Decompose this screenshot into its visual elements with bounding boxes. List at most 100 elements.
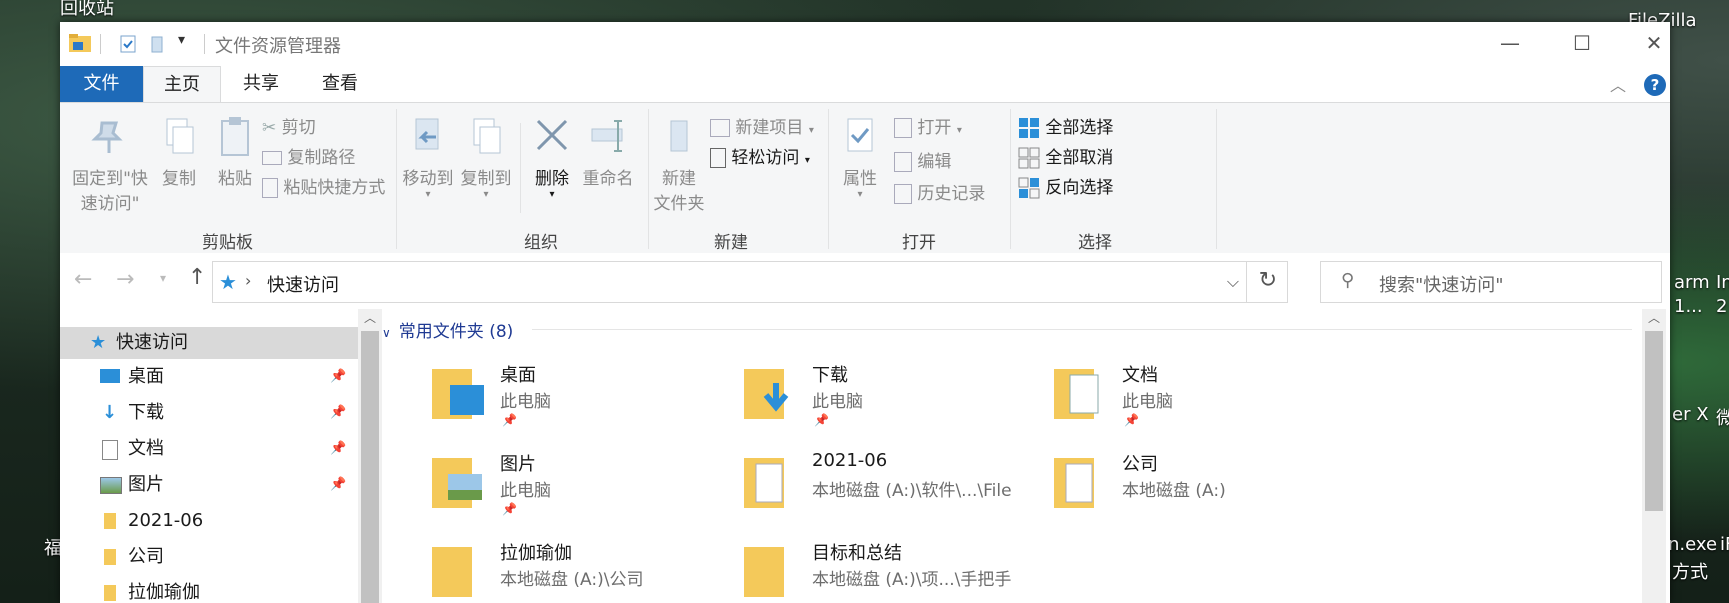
nav-item-label: 桌面: [128, 366, 164, 387]
title-bar[interactable]: ▾ 文件资源管理器 — ☐ ✕: [60, 22, 1670, 66]
group-label-open: 打开: [902, 233, 936, 253]
desktop-text[interactable]: er X: [1672, 404, 1709, 425]
tab-file[interactable]: 文件: [60, 66, 143, 102]
content-scrollbar[interactable]: ︿: [1642, 309, 1666, 603]
tile-location: 此电脑: [812, 392, 863, 412]
scroll-up-icon[interactable]: ︿: [358, 309, 382, 326]
divider: [1216, 109, 1217, 249]
pin-icon: 📌: [814, 413, 829, 427]
folder-tile-yoga[interactable]: 拉伽瑜伽 本地磁盘 (A:)\公司: [430, 539, 760, 603]
download-arrow-icon: ↓: [102, 402, 118, 423]
nav-item-yoga[interactable]: 拉伽瑜伽: [100, 577, 358, 603]
folder-tile-desktop[interactable]: 桌面 此电脑 📌: [430, 361, 760, 451]
nav-item-quick-access[interactable]: ★ 快速访问: [60, 327, 358, 359]
scroll-up-icon[interactable]: ︿: [1642, 309, 1666, 326]
chevron-down-icon[interactable]: ⌵: [1227, 272, 1239, 292]
ribbon-tabs: 文件 主页 共享 查看 ︿ ?: [60, 66, 1670, 104]
paste-icon: [221, 117, 249, 156]
refresh-icon[interactable]: ↻: [1259, 268, 1277, 293]
up-arrow-icon[interactable]: ↑: [188, 265, 206, 290]
help-icon[interactable]: ?: [1644, 74, 1666, 96]
pin-icon[interactable]: 📌: [330, 433, 346, 465]
tile-location: 此电脑: [500, 392, 551, 412]
tab-home[interactable]: 主页: [143, 66, 221, 104]
new-item-icon: [710, 119, 730, 137]
desktop-text[interactable]: In: [1716, 272, 1729, 293]
nav-item-label: 公司: [128, 546, 164, 567]
close-button[interactable]: ✕: [1634, 28, 1670, 58]
history-button[interactable]: 历史记录: [894, 179, 985, 204]
desktop-text: 1...: [1674, 296, 1703, 317]
properties-quick-icon[interactable]: [118, 34, 138, 54]
folder-tile-2021-06[interactable]: 2021-06 本地磁盘 (A:)\软件\...\File: [742, 450, 1072, 540]
nav-item-pictures[interactable]: 图片 📌: [100, 469, 358, 501]
move-to-button[interactable]: 移动到 ▾: [400, 115, 456, 200]
desktop-icon-recycle[interactable]: 回收站: [60, 0, 114, 20]
scroll-thumb[interactable]: [361, 331, 379, 603]
copy-button[interactable]: 复制: [154, 115, 204, 189]
paste-shortcut-button[interactable]: 粘贴快捷方式: [262, 173, 385, 198]
rename-button[interactable]: 重命名: [576, 115, 640, 189]
desktop-text[interactable]: n.exe: [1668, 534, 1717, 555]
search-input[interactable]: ⚲ 搜索"快速访问": [1320, 261, 1662, 303]
customize-quick-access-icon[interactable]: ▾: [178, 32, 185, 48]
nav-item-documents[interactable]: 文档 📌: [100, 433, 358, 465]
breadcrumb-chevron-icon[interactable]: ›: [245, 271, 251, 290]
new-item-button[interactable]: 新建项目 ▾: [710, 113, 814, 138]
delete-button[interactable]: 删除 ▾: [528, 115, 576, 200]
explorer-folder-icon: [69, 34, 91, 52]
nav-item-downloads[interactable]: ↓ 下载 📌: [100, 397, 358, 429]
copy-to-label: 复制到: [460, 169, 512, 189]
paste-button[interactable]: 粘贴: [208, 115, 262, 189]
divider: [520, 123, 521, 213]
pin-icon[interactable]: 📌: [330, 469, 346, 501]
select-all-button[interactable]: 全部选择: [1018, 113, 1113, 139]
cut-button[interactable]: ✂ 剪切: [262, 113, 316, 138]
forward-arrow-icon[interactable]: →: [116, 267, 134, 292]
folder-tile-pictures[interactable]: 图片 此电脑 📌: [430, 450, 760, 540]
folder-tile-downloads[interactable]: 下载 此电脑 📌: [742, 361, 1072, 451]
new-folder-quick-icon[interactable]: [148, 34, 168, 54]
new-item-label: 新建项目: [735, 118, 804, 138]
dropdown-arrow-icon: ▾: [857, 189, 863, 200]
folder-icon: [104, 513, 116, 529]
folder-tile-goals[interactable]: 目标和总结 本地磁盘 (A:)\项...\手把手: [742, 539, 1072, 603]
edit-button[interactable]: 编辑: [894, 147, 951, 172]
address-input[interactable]: ★ › 快速访问 ⌵ ↻: [212, 261, 1288, 303]
maximize-button[interactable]: ☐: [1562, 28, 1602, 58]
folder-tile-documents[interactable]: 文档 此电脑 📌: [1052, 361, 1382, 451]
select-none-button[interactable]: 全部取消: [1018, 143, 1113, 169]
breadcrumb-quick-access[interactable]: 快速访问: [267, 271, 339, 297]
new-folder-button[interactable]: 新建 文件夹: [652, 115, 706, 214]
pin-to-quick-access-button[interactable]: 固定到"快 速访问": [68, 115, 152, 214]
open-button[interactable]: 打开 ▾: [894, 113, 962, 138]
minimize-button[interactable]: —: [1490, 28, 1530, 58]
nav-item-desktop[interactable]: 桌面 📌: [100, 361, 358, 393]
easy-access-button[interactable]: 轻松访问 ▾: [710, 143, 810, 168]
folder-icon: [744, 458, 784, 508]
tab-view[interactable]: 查看: [300, 66, 380, 102]
pin-icon[interactable]: 📌: [330, 361, 346, 393]
easy-access-label: 轻松访问: [731, 148, 800, 168]
desktop-text[interactable]: arm: [1674, 272, 1710, 293]
group-header[interactable]: ∨ 常用文件夹 (8): [382, 317, 513, 342]
nav-scrollbar[interactable]: ︿: [358, 309, 382, 603]
copy-to-button[interactable]: 复制到 ▾: [458, 115, 514, 200]
recent-locations-icon[interactable]: ▾: [160, 271, 166, 285]
collapse-ribbon-icon[interactable]: ︿: [1610, 72, 1626, 96]
pin-icon[interactable]: 📌: [330, 397, 346, 429]
invert-selection-button[interactable]: 反向选择: [1018, 173, 1113, 199]
history-label: 历史记录: [917, 184, 986, 204]
nav-item-company[interactable]: 公司: [100, 541, 358, 573]
edit-label: 编辑: [917, 152, 952, 172]
tile-name: 下载: [812, 365, 848, 386]
properties-button[interactable]: 属性 ▾: [832, 115, 888, 200]
scroll-thumb[interactable]: [1645, 331, 1663, 511]
pin-icon: 📌: [1124, 413, 1139, 427]
content-pane: ∨ 常用文件夹 (8) 桌面 此电脑 📌 下载 此电脑 📌 文档 此电脑 📌 图片…: [382, 309, 1642, 603]
folder-tile-company[interactable]: 公司 本地磁盘 (A:): [1052, 450, 1382, 540]
copy-path-button[interactable]: 复制路径: [262, 143, 355, 168]
nav-item-2021-06[interactable]: 2021-06: [100, 505, 358, 537]
tab-share[interactable]: 共享: [228, 66, 294, 102]
back-arrow-icon[interactable]: ←: [74, 267, 92, 292]
